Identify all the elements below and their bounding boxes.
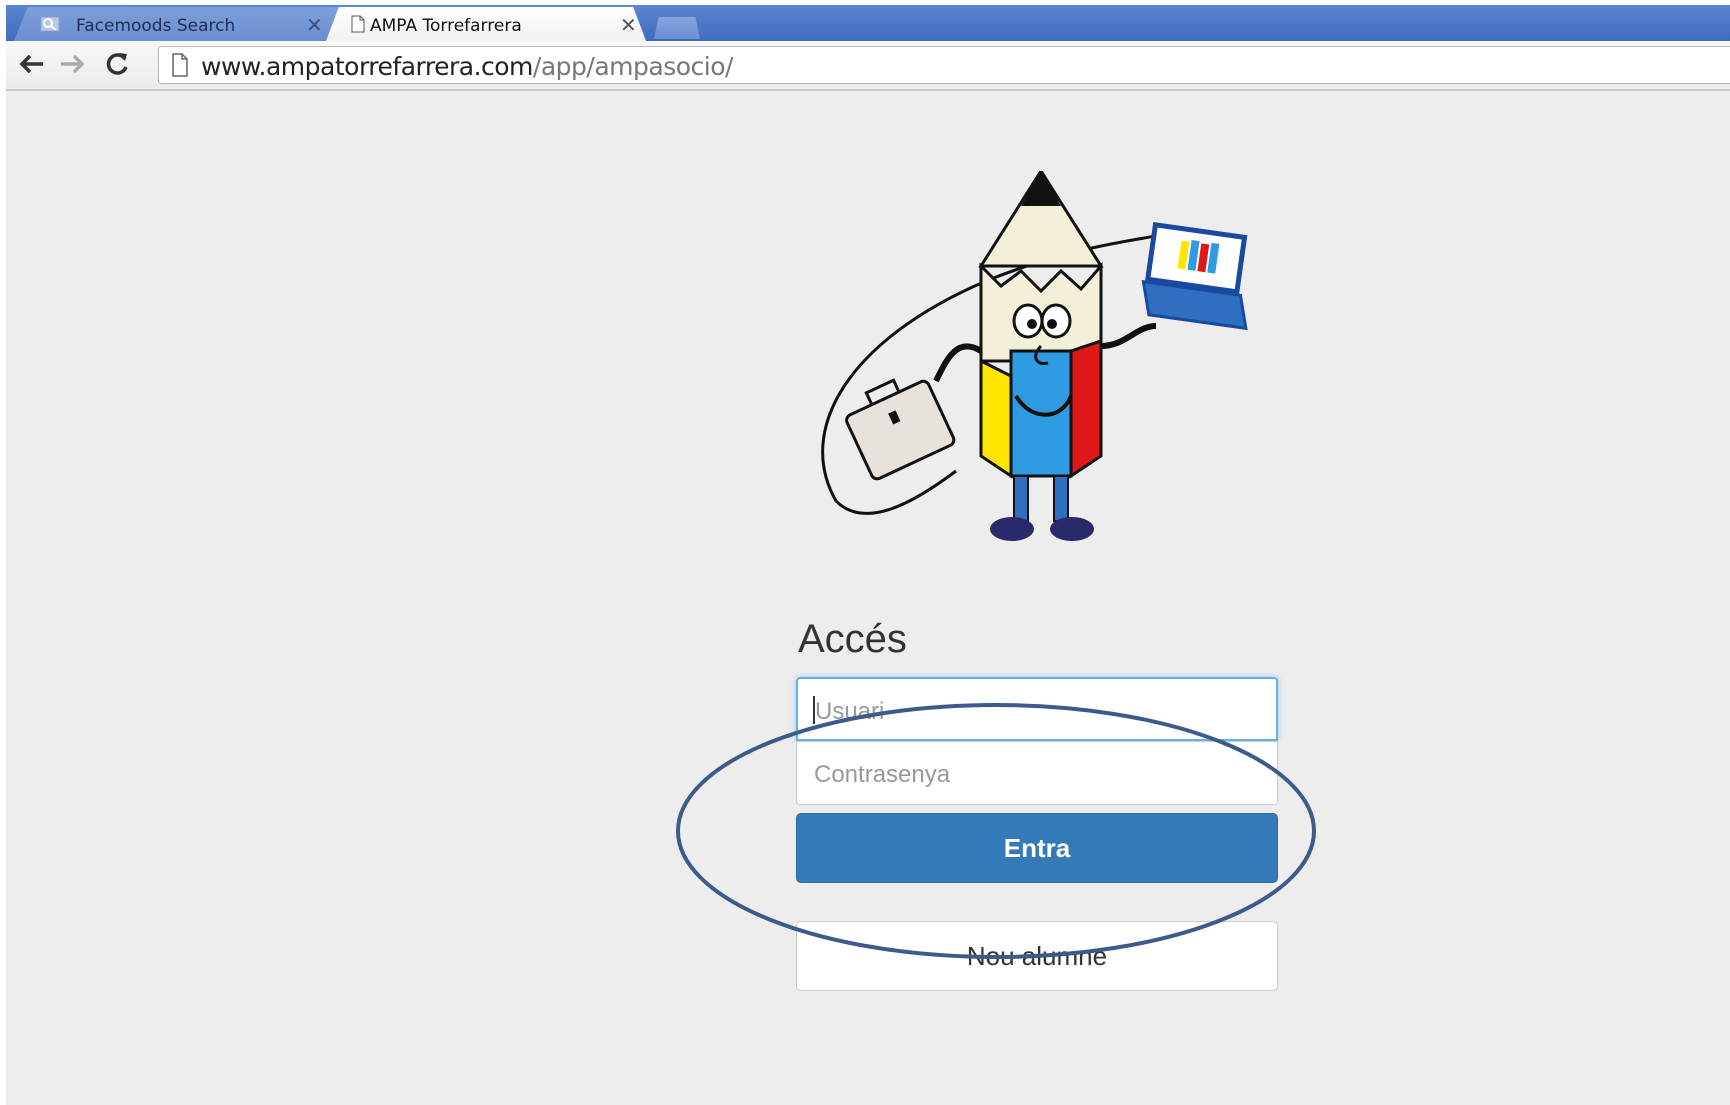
- back-button[interactable]: [16, 49, 46, 79]
- reload-button[interactable]: [102, 49, 132, 79]
- username-placeholder: Usuari: [815, 698, 885, 725]
- pencil-mascot-logo: [821, 171, 1248, 541]
- password-input[interactable]: Contrasenya: [796, 741, 1278, 805]
- close-icon[interactable]: ✕: [620, 13, 637, 38]
- page-icon: [351, 15, 365, 33]
- new-student-button[interactable]: Nou alumne: [796, 921, 1278, 991]
- login-heading: Accés: [798, 617, 907, 661]
- search-icon: [40, 16, 60, 32]
- reload-icon: [106, 53, 128, 75]
- forward-button[interactable]: [58, 49, 88, 79]
- password-placeholder: Contrasenya: [814, 761, 951, 788]
- page-viewport: Accés Usuari Contrasenya Entra Nou alumn…: [6, 91, 1730, 1105]
- tab-facemoods[interactable]: Facemoods Search ✕: [14, 7, 354, 41]
- toolbar: www.ampatorrefarrera.com/app/ampasocio/: [6, 41, 1730, 91]
- submit-button[interactable]: Entra: [796, 813, 1278, 883]
- arrow-left-icon: [19, 54, 43, 74]
- url-host: www.ampatorrefarrera.com: [201, 52, 533, 81]
- close-icon[interactable]: ✕: [306, 13, 323, 38]
- tab-bar: Facemoods Search ✕ AMPA Torrefarrera ✕: [6, 5, 1730, 41]
- url-text: www.ampatorrefarrera.com/app/ampasocio/: [201, 52, 733, 81]
- address-bar[interactable]: www.ampatorrefarrera.com/app/ampasocio/: [158, 46, 1730, 84]
- username-input[interactable]: Usuari: [796, 677, 1278, 741]
- new-tab-button[interactable]: [654, 17, 700, 39]
- page-icon: [172, 53, 188, 77]
- url-path: /app/ampasocio/: [532, 52, 734, 81]
- tab-title: AMPA Torrefarrera: [370, 16, 522, 36]
- browser-window: Facemoods Search ✕ AMPA Torrefarrera ✕ w…: [6, 0, 1730, 1105]
- tab-ampa[interactable]: AMPA Torrefarrera ✕: [326, 7, 646, 41]
- arrow-right-icon: [61, 54, 85, 74]
- tab-title: Facemoods Search: [76, 16, 236, 36]
